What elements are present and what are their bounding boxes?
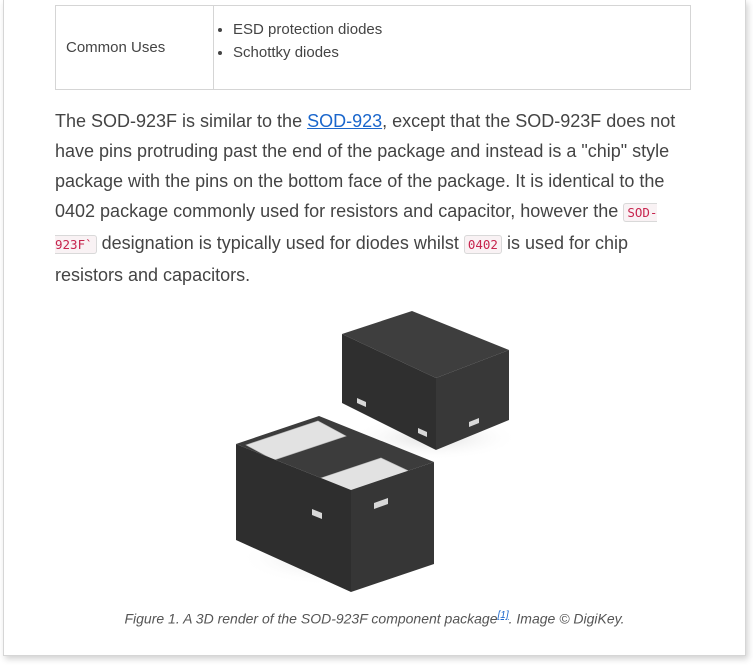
caption-text: Figure 1. A 3D render of the SOD-923F co… — [124, 610, 498, 627]
uses-list: ESD protection diodes Schottky diodes — [215, 18, 689, 64]
reference-link[interactable]: [1] — [498, 610, 509, 621]
list-item: Schottky diodes — [233, 41, 689, 64]
sod-923-link[interactable]: SOD-923 — [307, 111, 382, 131]
page-frame: Common Uses ESD protection diodes Schott… — [3, 0, 746, 656]
figure-caption: Figure 1. A 3D render of the SOD-923F co… — [4, 608, 745, 627]
properties-table: Common Uses ESD protection diodes Schott… — [55, 5, 691, 90]
description-paragraph: The SOD-923F is similar to the SOD-923, … — [55, 106, 683, 290]
table-row: Common Uses ESD protection diodes Schott… — [55, 5, 691, 90]
caption-text: . Image © DigiKey. — [508, 610, 625, 627]
common-uses-value: ESD protection diodes Schottky diodes — [213, 5, 691, 90]
paragraph-text: The SOD-923F is similar to the — [55, 111, 308, 131]
inline-code-0402: 0402 — [463, 235, 502, 254]
sod-923f-render-image — [236, 311, 519, 592]
reference-sup: [1] — [498, 608, 509, 621]
list-item: ESD protection diodes — [233, 18, 689, 41]
common-uses-label: Common Uses — [55, 5, 214, 90]
paragraph-text: designation is typically used for diodes… — [96, 233, 464, 253]
